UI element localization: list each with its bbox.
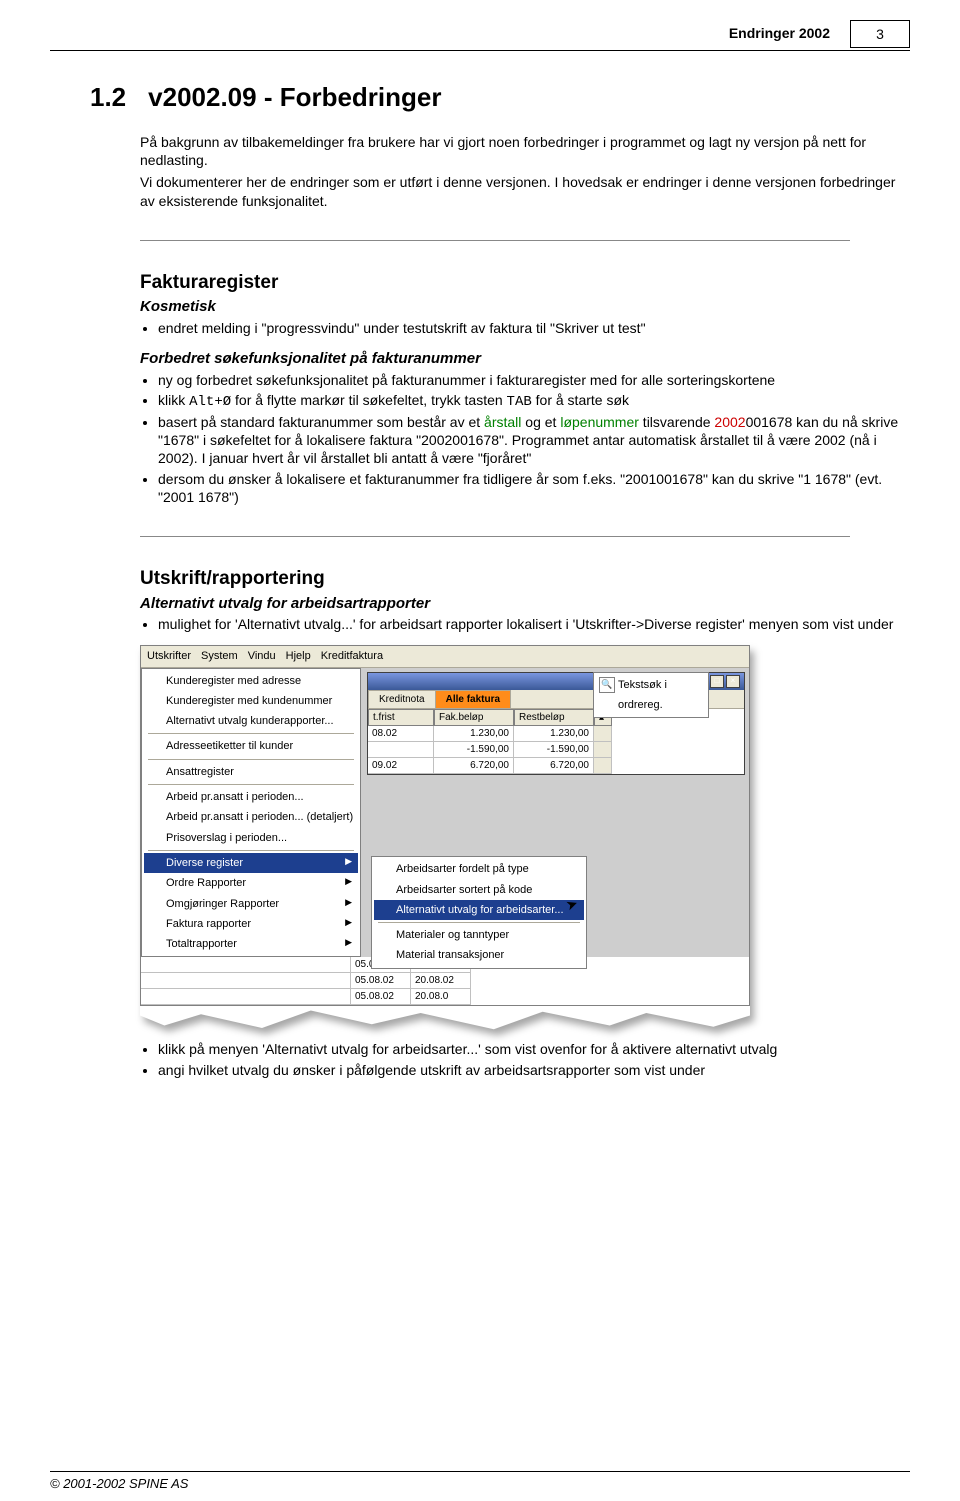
page-header: Endringer 2002 3 bbox=[50, 20, 910, 51]
grid-row[interactable]: 08.021.230,001.230,00 bbox=[368, 726, 744, 742]
intro-p2: Vi dokumenterer her de endringer som er … bbox=[140, 173, 900, 209]
faktura-b5: dersom du ønsker å lokalisere et faktura… bbox=[158, 470, 900, 506]
faktura-b2: ny og forbedret søkefunksjonalitet på fa… bbox=[158, 371, 900, 389]
menu-item[interactable]: Faktura rapporter▶ bbox=[144, 914, 358, 934]
faktura-b4: basert på standard fakturanummer som bes… bbox=[158, 413, 900, 468]
submenu-item[interactable]: Materialer og tanntyper bbox=[374, 925, 584, 945]
separator bbox=[140, 536, 850, 537]
faktura-heading: Fakturaregister bbox=[140, 271, 900, 296]
menu-screenshot: UtskrifterSystemVinduHjelpKreditfaktura … bbox=[140, 645, 750, 1030]
intro-p1: På bakgrunn av tilbakemeldinger fra bruk… bbox=[140, 133, 900, 169]
submenu-arrow-icon: ▶ bbox=[345, 856, 352, 868]
faktura-sub2: Forbedret søkefunksjonalitet på fakturan… bbox=[140, 349, 900, 369]
maximize-icon[interactable]: □ bbox=[710, 675, 724, 688]
faktura-sub1: Kosmetisk bbox=[140, 297, 900, 317]
utskrift-b1: mulighet for 'Alternativt utvalg...' for… bbox=[158, 615, 900, 633]
faktura-b3: klikk Alt+Ø for å flytte markør til søke… bbox=[158, 391, 900, 411]
section-heading: 1.2 v2002.09 - Forbedringer bbox=[90, 81, 900, 115]
dropdown-menu: Kunderegister med adresseKunderegister m… bbox=[141, 668, 361, 958]
menu-item[interactable]: Ansattregister bbox=[144, 762, 358, 782]
faktura-b1: endret melding i "progressvindu" under t… bbox=[158, 319, 900, 337]
menu-item[interactable]: Omgjøringer Rapporter▶ bbox=[144, 894, 358, 914]
side-panel-item[interactable]: 🔍Tekstsøk i bbox=[596, 675, 706, 695]
submenu-item[interactable]: Material transaksjoner bbox=[374, 945, 584, 965]
table-row: 05.08.0220.08.0 bbox=[141, 989, 749, 1005]
submenu-item[interactable]: Arbeidsarter fordelt på type bbox=[374, 859, 584, 879]
separator bbox=[140, 240, 850, 241]
submenu-arrow-icon: ▶ bbox=[345, 897, 352, 909]
submenu-arrow-icon: ▶ bbox=[345, 876, 352, 888]
utskrift-b3: angi hvilket utvalg du ønsker i påfølgen… bbox=[158, 1061, 900, 1079]
menu-item[interactable]: Ordre Rapporter▶ bbox=[144, 873, 358, 893]
tab[interactable]: Kreditnota bbox=[368, 690, 436, 708]
menu-item[interactable]: Adresseetiketter til kunder bbox=[144, 736, 358, 756]
submenu-item[interactable]: Alternativt utvalg for arbeidsarter... bbox=[374, 900, 584, 920]
search-icon: 🔍 bbox=[599, 677, 615, 693]
tab[interactable]: Alle faktura bbox=[435, 690, 511, 708]
submenu: Arbeidsarter fordelt på typeArbeidsarter… bbox=[371, 856, 587, 968]
menu-item[interactable]: Kunderegister med adresse bbox=[144, 671, 358, 691]
header-title: Endringer 2002 bbox=[729, 20, 830, 42]
menubar-item[interactable]: System bbox=[201, 649, 238, 663]
utskrift-b2: klikk på menyen 'Alternativt utvalg for … bbox=[158, 1040, 900, 1058]
footer: © 2001-2002 SPINE AS bbox=[50, 1471, 910, 1493]
menubar-item[interactable]: Hjelp bbox=[286, 649, 311, 663]
menu-item[interactable]: Alternativt utvalg kunderapporter... bbox=[144, 711, 358, 731]
menu-item[interactable]: Diverse register▶ bbox=[144, 853, 358, 873]
menu-item[interactable]: Prisoverslag i perioden... bbox=[144, 828, 358, 848]
menu-item[interactable]: Arbeid pr.ansatt i perioden... (detaljer… bbox=[144, 807, 358, 827]
menubar-item[interactable]: Utskrifter bbox=[147, 649, 191, 663]
table-row: 05.08.0220.08.02 bbox=[141, 973, 749, 989]
intro-block: På bakgrunn av tilbakemeldinger fra bruk… bbox=[140, 133, 900, 210]
grid-header[interactable]: Fak.beløp bbox=[434, 709, 514, 726]
menu-item[interactable]: Arbeid pr.ansatt i perioden... bbox=[144, 787, 358, 807]
section-title: v2002.09 - Forbedringer bbox=[148, 82, 441, 112]
section-number: 1.2 bbox=[90, 82, 126, 112]
grid-row[interactable]: 09.026.720,006.720,00 bbox=[368, 758, 744, 774]
submenu-item[interactable]: Arbeidsarter sortert på kode bbox=[374, 880, 584, 900]
grid-header[interactable]: Restbeløp bbox=[514, 709, 594, 726]
submenu-arrow-icon: ▶ bbox=[345, 937, 352, 949]
data-grid: t.fristFak.beløpRestbeløp▴08.021.230,001… bbox=[368, 709, 744, 774]
side-panel: 🔍Tekstsøk iordrereg. bbox=[593, 672, 709, 719]
utskrift-sub: Alternativt utvalg for arbeidsartrapport… bbox=[140, 594, 900, 614]
menu-item[interactable]: Totaltrapporter▶ bbox=[144, 934, 358, 954]
torn-edge bbox=[140, 1005, 750, 1030]
grid-header[interactable]: t.frist bbox=[368, 709, 434, 726]
menu-item[interactable]: Kunderegister med kundenummer bbox=[144, 691, 358, 711]
menubar: Utskrifter System Vindu Hjelp Kreditfaktura bbox=[141, 646, 749, 667]
page-number: 3 bbox=[850, 20, 910, 48]
menubar-item[interactable]: Kreditfaktura bbox=[321, 649, 383, 663]
submenu-arrow-icon: ▶ bbox=[345, 917, 352, 929]
utskrift-heading: Utskrift/rapportering bbox=[140, 567, 900, 592]
side-panel-item: ordrereg. bbox=[596, 695, 706, 715]
grid-row[interactable]: -1.590,00-1.590,00 bbox=[368, 742, 744, 758]
close-icon[interactable]: × bbox=[726, 675, 740, 688]
menubar-item[interactable]: Vindu bbox=[248, 649, 276, 663]
